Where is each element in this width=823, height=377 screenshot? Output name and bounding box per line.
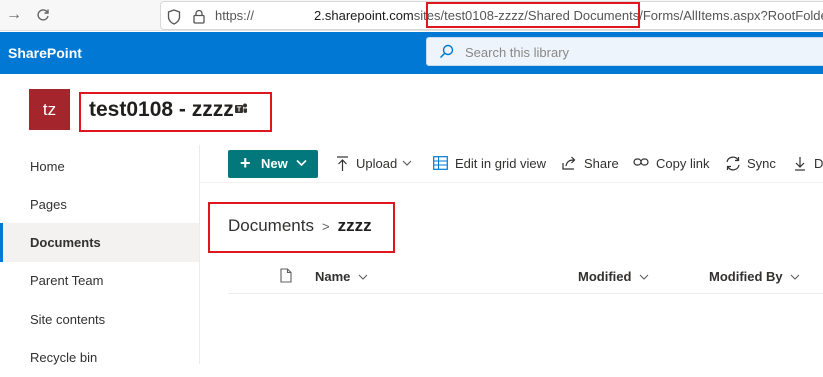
- copy-link-label: Copy link: [656, 156, 710, 171]
- refresh-icon[interactable]: [33, 5, 53, 25]
- new-button[interactable]: + New: [228, 150, 318, 178]
- url-field[interactable]: https:// 2.sharepoint.comsites/test0108-z…: [160, 1, 823, 30]
- breadcrumb: Documents > zzzz: [228, 216, 372, 236]
- chevron-down-icon: [296, 159, 307, 167]
- shield-icon[interactable]: [167, 9, 181, 25]
- nav-item-recycle-bin[interactable]: Recycle bin: [0, 338, 199, 377]
- chevron-down-icon: [358, 274, 368, 280]
- chevron-down-icon: [402, 160, 412, 166]
- column-name-label: Name: [315, 269, 351, 284]
- breadcrumb-current-folder[interactable]: zzzz: [338, 216, 372, 235]
- left-navigation: Home Pages Documents Parent Team Site co…: [0, 145, 200, 365]
- nav-item-documents[interactable]: Documents: [0, 223, 199, 262]
- link-icon: [633, 158, 649, 166]
- svg-text:T: T: [237, 107, 242, 114]
- browser-address-bar: → https:// 2.sharepoint.comsites/test0108…: [0, 0, 823, 31]
- search-icon: [439, 44, 454, 59]
- share-label: Share: [584, 156, 619, 171]
- suite-bar: SharePoint Search this library: [0, 32, 823, 74]
- nav-item-site-contents[interactable]: Site contents: [0, 300, 199, 339]
- new-label: New: [261, 156, 288, 171]
- lock-icon[interactable]: [193, 9, 205, 24]
- site-title[interactable]: test0108 - zzzz: [89, 98, 234, 122]
- url-prefix: https://: [215, 8, 255, 23]
- download-label: D: [814, 156, 823, 171]
- nav-item-home[interactable]: Home: [0, 147, 199, 186]
- sharepoint-brand[interactable]: SharePoint: [8, 45, 82, 61]
- grid-icon: [433, 156, 448, 170]
- file-type-icon[interactable]: [280, 268, 292, 283]
- column-modified-by-label: Modified By: [709, 269, 783, 284]
- column-header-modified-by[interactable]: Modified By: [709, 269, 800, 284]
- column-modified-label: Modified: [578, 269, 632, 284]
- sync-icon: [726, 156, 740, 171]
- url-text: https:// 2.sharepoint.comsites/test0108-z…: [215, 8, 823, 23]
- plus-icon: +: [240, 153, 251, 173]
- list-header: Name Modified Modified By: [228, 258, 823, 294]
- chevron-right-icon: >: [321, 219, 330, 234]
- chevron-down-icon: [639, 274, 649, 280]
- url-host: 2.sharepoint.com: [314, 8, 414, 23]
- search-placeholder: Search this library: [465, 45, 570, 60]
- chevron-down-icon: [790, 274, 800, 280]
- nav-item-pages[interactable]: Pages: [0, 185, 199, 224]
- breadcrumb-documents[interactable]: Documents: [228, 216, 314, 235]
- upload-label: Upload: [356, 156, 398, 171]
- upload-icon: [337, 156, 348, 171]
- column-header-name[interactable]: Name: [315, 269, 368, 284]
- command-bar: + New Upload Edit in grid view Share Cop…: [200, 145, 823, 183]
- nav-item-parent-team[interactable]: Parent Team: [0, 261, 199, 300]
- share-icon: [562, 156, 576, 170]
- forward-arrow-icon[interactable]: →: [4, 5, 24, 25]
- redacted-tenant: [254, 10, 315, 20]
- url-rest: /Forms/AllItems.aspx?RootFolder=%: [639, 8, 823, 23]
- site-logo[interactable]: tz: [29, 89, 70, 130]
- url-path-highlight: sites/test0108-zzzz/Shared Documents: [413, 8, 640, 23]
- download-icon: [795, 157, 805, 171]
- search-input[interactable]: Search this library: [426, 37, 823, 66]
- edit-in-grid-view-label: Edit in grid view: [455, 156, 547, 171]
- column-header-modified[interactable]: Modified: [578, 269, 649, 284]
- teams-icon[interactable]: T: [234, 102, 248, 116]
- sync-label: Sync: [747, 156, 776, 171]
